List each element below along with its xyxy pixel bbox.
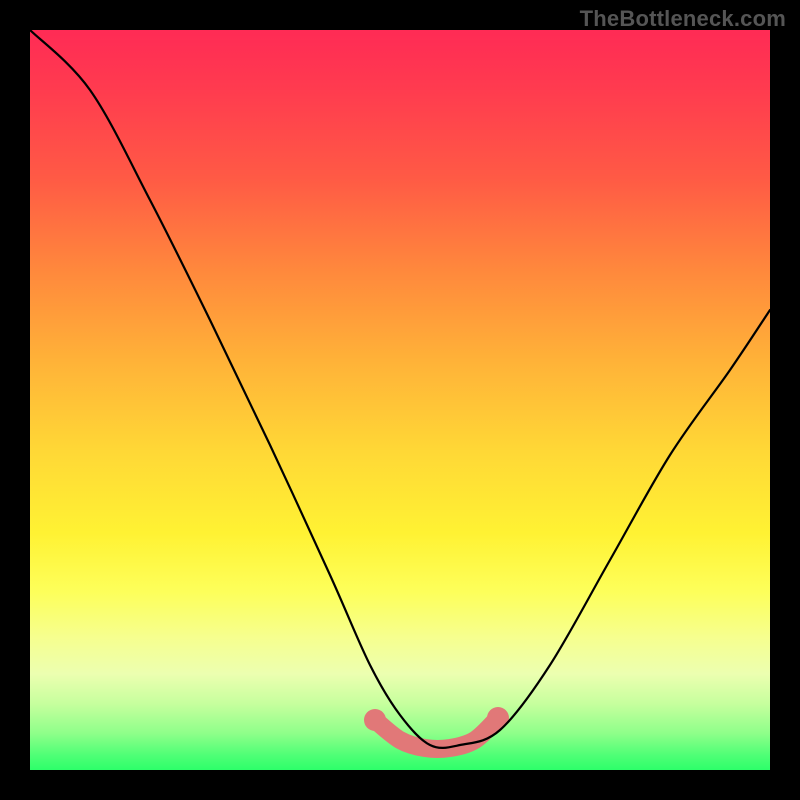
watermark-text: TheBottleneck.com (580, 6, 786, 32)
bottleneck-curve (30, 30, 770, 748)
chart-stage: TheBottleneck.com (0, 0, 800, 800)
chart-overlay (30, 30, 770, 770)
optimal-range-highlight (375, 718, 498, 749)
optimal-range-endpoint-left (364, 709, 386, 731)
plot-area (30, 30, 770, 770)
